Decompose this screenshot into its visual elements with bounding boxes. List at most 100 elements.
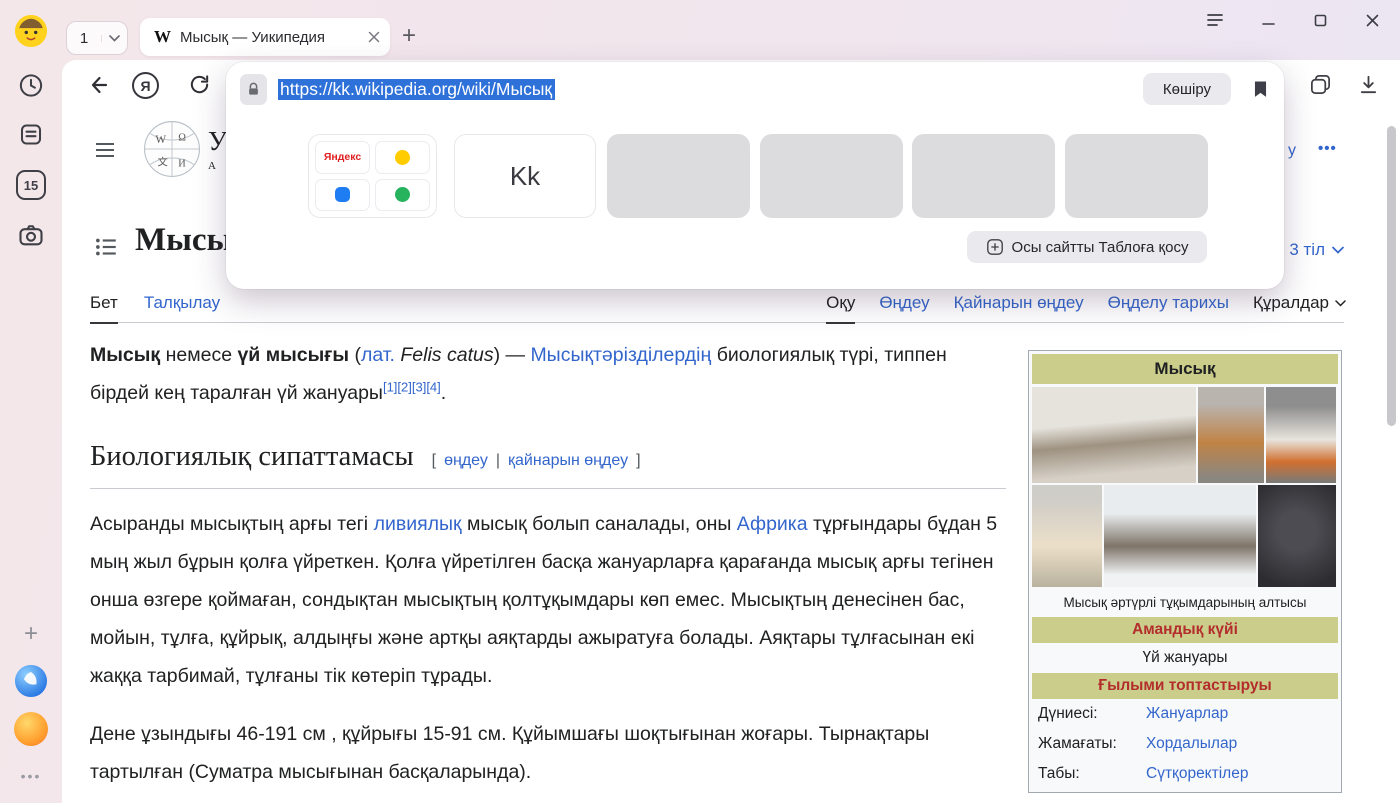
yandex-logo: Яндекс [324,151,361,163]
tab-edit-source[interactable]: Қайнарын өңдеу [954,293,1084,323]
article-intro: Мысық немесе үй мысығы (лат. Felis catus… [90,336,1006,412]
minimize-icon[interactable] [1261,13,1276,28]
service-icon-yellow[interactable] [375,141,430,174]
language-count-partial: 3 тіл [1289,240,1325,260]
cat-photo-siamese[interactable] [1032,485,1102,587]
infobox-status-header: Амандық күйі [1032,617,1338,643]
taxonomy-link[interactable]: Жануарлар [1146,705,1228,723]
tablo-tile-empty[interactable] [912,134,1055,218]
copy-url-button[interactable]: Көшіру [1143,73,1231,105]
link-felidae[interactable]: Мысықтәрізділердің [530,344,711,366]
section-heading: Биологиялық сипаттамасы [90,441,414,472]
edit-source-link[interactable]: қайнарын өңдеу [508,452,628,469]
tab-bar: 1 W Мысық — Уикипедия + [62,0,1400,60]
cat-photo-white-orange[interactable] [1266,387,1336,483]
url-input[interactable]: https://kk.wikipedia.org/wiki/Мысық [278,79,1143,100]
sidebar: 15 + ••• [0,0,62,803]
wiki-menu-icon[interactable] [93,138,117,162]
taxonomy-link[interactable]: Хордалылар [1146,735,1237,753]
page-tabs-right: Оқу Өңдеу Қайнарын өңдеу Өңделу тарихы Қ… [826,293,1346,323]
wikipedia-wordmark: У [208,126,227,157]
header-more-icon[interactable]: ••• [1318,140,1337,157]
cat-photo-gray[interactable] [1258,485,1336,587]
service-icon-blue[interactable] [315,179,370,212]
edit-link[interactable]: өңдеу [444,452,488,469]
wikipedia-favicon: W [154,27,171,47]
sidebar-add-icon[interactable]: + [24,620,38,648]
article-paragraph: Дене ұзындығы 46-191 см , құйрығы 15-91 … [90,715,1006,791]
cat-photo-orange-sitting[interactable] [1198,387,1264,483]
taxonomy-row: Дүниесі: Жануарлар [1032,699,1338,729]
add-to-tablo-button[interactable]: Осы сайтты Таблоға қосу [967,231,1207,263]
bookmark-flag-icon[interactable] [1251,78,1270,100]
reading-list-icon[interactable] [18,121,45,148]
page-scrollbar[interactable] [1385,118,1398,801]
scrollbar-thumb[interactable] [1387,126,1396,426]
service-icon-green[interactable] [375,179,430,212]
browser-menu-icon[interactable] [1206,12,1224,28]
tab-close-icon[interactable] [368,31,380,43]
wikipedia-globe-logo[interactable]: W Ω 文 И [143,120,201,183]
tablo-tile-empty[interactable] [607,134,750,218]
taxonomy-label: Жамағаты: [1038,735,1146,753]
cat-photo-tabby-snow[interactable] [1104,485,1256,587]
link-africa[interactable]: Африка [737,513,808,535]
maximize-icon[interactable] [1313,13,1328,28]
pipe: | [496,452,500,469]
contents-list-icon[interactable] [93,234,119,265]
back-icon[interactable] [86,73,110,97]
tablo-tile-empty[interactable] [760,134,903,218]
tab-group-selector[interactable]: 1 [66,21,128,55]
tablo-tiles: Яндекс Kk [226,134,1284,220]
svg-text:Ω: Ω [178,133,186,144]
tab-tools[interactable]: Құралдар [1253,293,1346,323]
taxonomy-row: Табы: Сүтқоректілер [1032,759,1338,789]
link-latin[interactable]: лат. [361,344,395,366]
downloads-icon[interactable] [1357,73,1380,96]
tab-read[interactable]: Оқу [826,293,855,323]
sidebar-more-icon[interactable]: ••• [21,768,42,784]
taxonomy-label: Табы: [1038,765,1146,783]
lock-icon[interactable] [240,74,267,105]
close-icon[interactable] [1365,13,1380,28]
article-paragraph: Асыранды мысықтың арғы тегі ливиялық мыс… [90,505,1006,695]
svg-text:И: И [178,159,186,170]
infobox-status-value: Үй жануары [1032,643,1338,673]
window-controls [1206,12,1380,28]
taxonomy-row: Жамағаты: Хордалылар [1032,729,1338,759]
browser-tab-wikipedia[interactable]: W Мысық — Уикипедия [140,18,390,56]
screenshot-icon[interactable] [17,221,45,249]
tab-title: Мысық — Уикипедия [180,29,360,46]
article-body: Мысық немесе үй мысығы (лат. Felis catus… [90,336,1006,803]
yandex-search-icon[interactable]: Я [132,72,159,99]
infobox-taxonomy-header: Ғылыми топтастыруы [1032,673,1338,699]
tab-edit[interactable]: Өңдеу [879,293,929,323]
infobox: Мысық Мысық әртүрлі тұқымдарының алтысы … [1028,350,1342,793]
taxonomy-link[interactable]: Сүтқоректілер [1146,765,1248,783]
collections-icon[interactable] [1309,73,1332,96]
profile-avatar[interactable] [14,14,48,48]
tab-talk[interactable]: Талқылау [144,293,220,323]
infobox-caption: Мысық әртүрлі тұқымдарының алтысы [1032,589,1338,617]
infobox-title: Мысық [1032,354,1338,384]
account-link-partial[interactable]: у [1288,142,1296,160]
tablo-tile-yandex-services[interactable]: Яндекс [308,134,437,218]
reference-links[interactable]: [1][2][3][4] [383,380,441,395]
fox-icon[interactable] [14,712,48,746]
tab-history[interactable]: Өңделу тарихы [1108,293,1229,323]
tab-article[interactable]: Бет [90,293,118,323]
history-icon[interactable] [18,72,45,99]
cat-photo-tabby-lying[interactable] [1032,387,1196,483]
tablo-tile-empty[interactable] [1065,134,1208,218]
browser-window: 15 + ••• 1 W Мысық — Уикип [0,0,1400,803]
yandex-service-tile[interactable]: Яндекс [315,141,370,174]
link-libyan-cat[interactable]: ливиялық [374,513,462,535]
tablo-tile-kk-wikipedia[interactable]: Kk [454,134,596,218]
language-selector[interactable]: 3 тіл [1289,240,1344,260]
tab-counter-badge[interactable]: 15 [16,170,46,200]
add-to-tablo-label: Осы сайтты Таблоға қосу [1012,239,1189,256]
new-tab-button[interactable]: + [402,24,416,48]
yandex-browser-icon[interactable] [14,664,48,698]
reload-icon[interactable] [188,73,211,96]
chevron-down-icon [1332,246,1344,254]
